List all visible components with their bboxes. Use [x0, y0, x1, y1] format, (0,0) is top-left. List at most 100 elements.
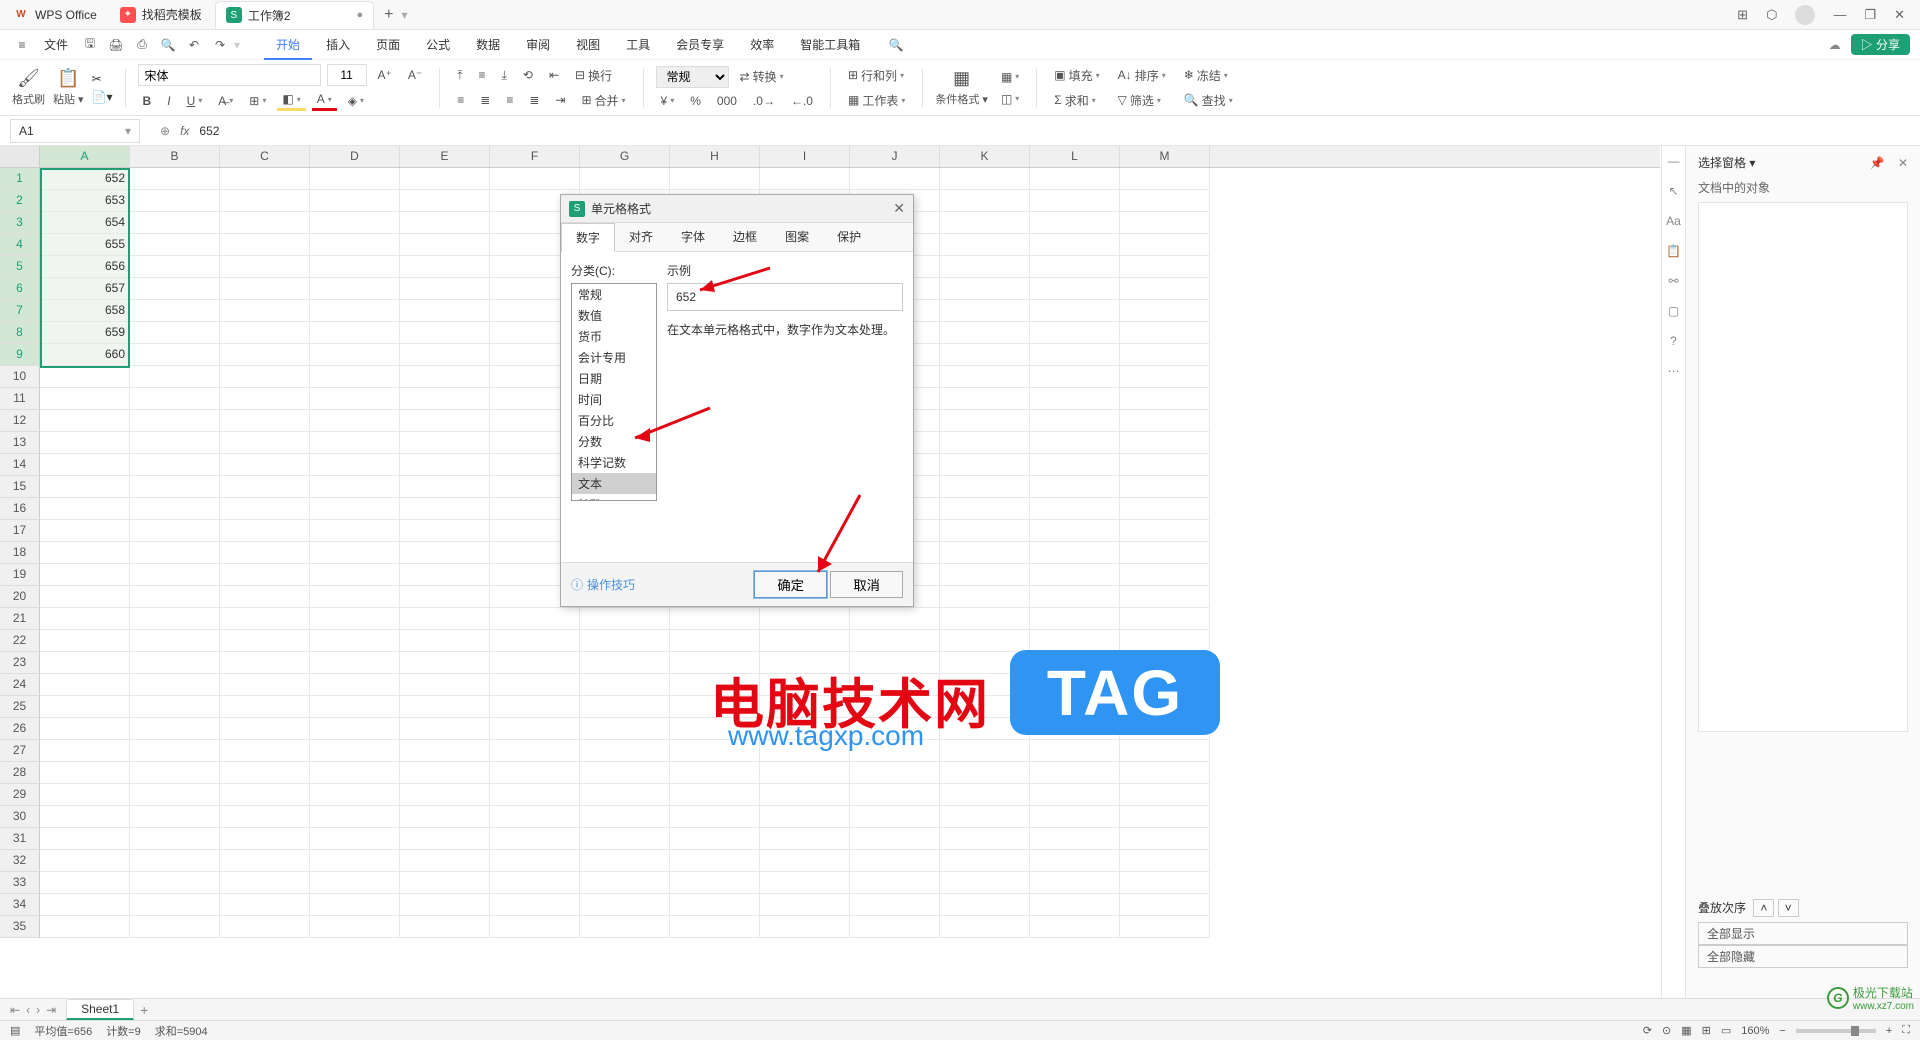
reader-icon[interactable]: ⊞: [1737, 7, 1748, 23]
cell-C28[interactable]: [220, 762, 310, 784]
cell-K10[interactable]: [940, 366, 1030, 388]
cell-C9[interactable]: [220, 344, 310, 366]
dlg-tab-pattern[interactable]: 图案: [771, 223, 823, 251]
cell-A1[interactable]: 652: [40, 168, 130, 190]
cell-J35[interactable]: [850, 916, 940, 938]
cell-M9[interactable]: [1120, 344, 1210, 366]
row-header-20[interactable]: 20: [0, 586, 40, 608]
cell-G34[interactable]: [580, 894, 670, 916]
cell-K8[interactable]: [940, 322, 1030, 344]
cell-F29[interactable]: [490, 784, 580, 806]
cell-L28[interactable]: [1030, 762, 1120, 784]
cell-L3[interactable]: [1030, 212, 1120, 234]
move-up-icon[interactable]: ˄: [1753, 899, 1774, 917]
align-left-icon[interactable]: ≡: [452, 91, 469, 109]
category-item[interactable]: 货币: [572, 326, 656, 347]
cell-L10[interactable]: [1030, 366, 1120, 388]
cell-B8[interactable]: [130, 322, 220, 344]
find-button[interactable]: 🔍 查找▾: [1179, 90, 1238, 111]
cell-D19[interactable]: [310, 564, 400, 586]
row-header-26[interactable]: 26: [0, 718, 40, 740]
cell-C16[interactable]: [220, 498, 310, 520]
cell-D4[interactable]: [310, 234, 400, 256]
font-color-icon[interactable]: A▾: [312, 90, 337, 111]
cell-C31[interactable]: [220, 828, 310, 850]
cloud-icon[interactable]: ☁: [1829, 38, 1841, 52]
cell-L20[interactable]: [1030, 586, 1120, 608]
cell-C1[interactable]: [220, 168, 310, 190]
cell-C7[interactable]: [220, 300, 310, 322]
tab-tools[interactable]: 工具: [614, 30, 662, 60]
row-header-28[interactable]: 28: [0, 762, 40, 784]
cell-A23[interactable]: [40, 652, 130, 674]
cell-D15[interactable]: [310, 476, 400, 498]
add-sheet-button[interactable]: +: [140, 1002, 148, 1018]
row-header-29[interactable]: 29: [0, 784, 40, 806]
cell-E12[interactable]: [400, 410, 490, 432]
cell-D18[interactable]: [310, 542, 400, 564]
cell-B15[interactable]: [130, 476, 220, 498]
category-list[interactable]: 常规数值货币会计专用日期时间百分比分数科学记数文本特殊自定义: [571, 283, 657, 501]
cell-D27[interactable]: [310, 740, 400, 762]
cell-B18[interactable]: [130, 542, 220, 564]
zoom-slider[interactable]: [1796, 1029, 1876, 1033]
cell-M35[interactable]: [1120, 916, 1210, 938]
row-header-4[interactable]: 4: [0, 234, 40, 256]
cell-E15[interactable]: [400, 476, 490, 498]
row-header-12[interactable]: 12: [0, 410, 40, 432]
row-header-30[interactable]: 30: [0, 806, 40, 828]
cell-E2[interactable]: [400, 190, 490, 212]
cell-B12[interactable]: [130, 410, 220, 432]
cell-M1[interactable]: [1120, 168, 1210, 190]
merge-button[interactable]: ⊞ 合并▾: [576, 90, 630, 111]
category-item[interactable]: 时间: [572, 389, 656, 410]
avatar[interactable]: [1795, 5, 1815, 25]
cell-E33[interactable]: [400, 872, 490, 894]
cell-G28[interactable]: [580, 762, 670, 784]
cell-A34[interactable]: [40, 894, 130, 916]
cell-E11[interactable]: [400, 388, 490, 410]
cell-M12[interactable]: [1120, 410, 1210, 432]
cell-D29[interactable]: [310, 784, 400, 806]
cell-A4[interactable]: 655: [40, 234, 130, 256]
row-header-24[interactable]: 24: [0, 674, 40, 696]
cell-E26[interactable]: [400, 718, 490, 740]
row-header-35[interactable]: 35: [0, 916, 40, 938]
cell-D2[interactable]: [310, 190, 400, 212]
tab-insert[interactable]: 插入: [314, 30, 362, 60]
cell-J31[interactable]: [850, 828, 940, 850]
cell-A18[interactable]: [40, 542, 130, 564]
collapse-panel-icon[interactable]: —: [1668, 154, 1680, 168]
freeze-button[interactable]: ❄ 冻结▾: [1179, 65, 1238, 86]
cell-A15[interactable]: [40, 476, 130, 498]
col-header-F[interactable]: F: [490, 146, 580, 167]
cancel-button[interactable]: 取消: [830, 571, 903, 598]
row-header-6[interactable]: 6: [0, 278, 40, 300]
filter-button[interactable]: ▽ 筛选▾: [1113, 90, 1171, 111]
cell-I28[interactable]: [760, 762, 850, 784]
cell-E32[interactable]: [400, 850, 490, 872]
cell-L9[interactable]: [1030, 344, 1120, 366]
cell-B2[interactable]: [130, 190, 220, 212]
underline-icon[interactable]: U▾: [182, 92, 208, 110]
close-window-icon[interactable]: ✕: [1894, 7, 1905, 23]
cell-A17[interactable]: [40, 520, 130, 542]
cell-J32[interactable]: [850, 850, 940, 872]
paste-button[interactable]: 📋粘贴 ▾: [53, 68, 84, 107]
undo-icon[interactable]: ↶: [182, 33, 206, 57]
cell-C21[interactable]: [220, 608, 310, 630]
cell-B1[interactable]: [130, 168, 220, 190]
tab-view[interactable]: 视图: [564, 30, 612, 60]
cell-C11[interactable]: [220, 388, 310, 410]
cell-D8[interactable]: [310, 322, 400, 344]
cell-G32[interactable]: [580, 850, 670, 872]
cell-A30[interactable]: [40, 806, 130, 828]
cell-D25[interactable]: [310, 696, 400, 718]
cell-D17[interactable]: [310, 520, 400, 542]
cell-H35[interactable]: [670, 916, 760, 938]
cell-E18[interactable]: [400, 542, 490, 564]
style-tool-icon[interactable]: Aa: [1666, 214, 1681, 228]
cell-F28[interactable]: [490, 762, 580, 784]
select-all-corner[interactable]: [0, 146, 40, 167]
cell-G1[interactable]: [580, 168, 670, 190]
